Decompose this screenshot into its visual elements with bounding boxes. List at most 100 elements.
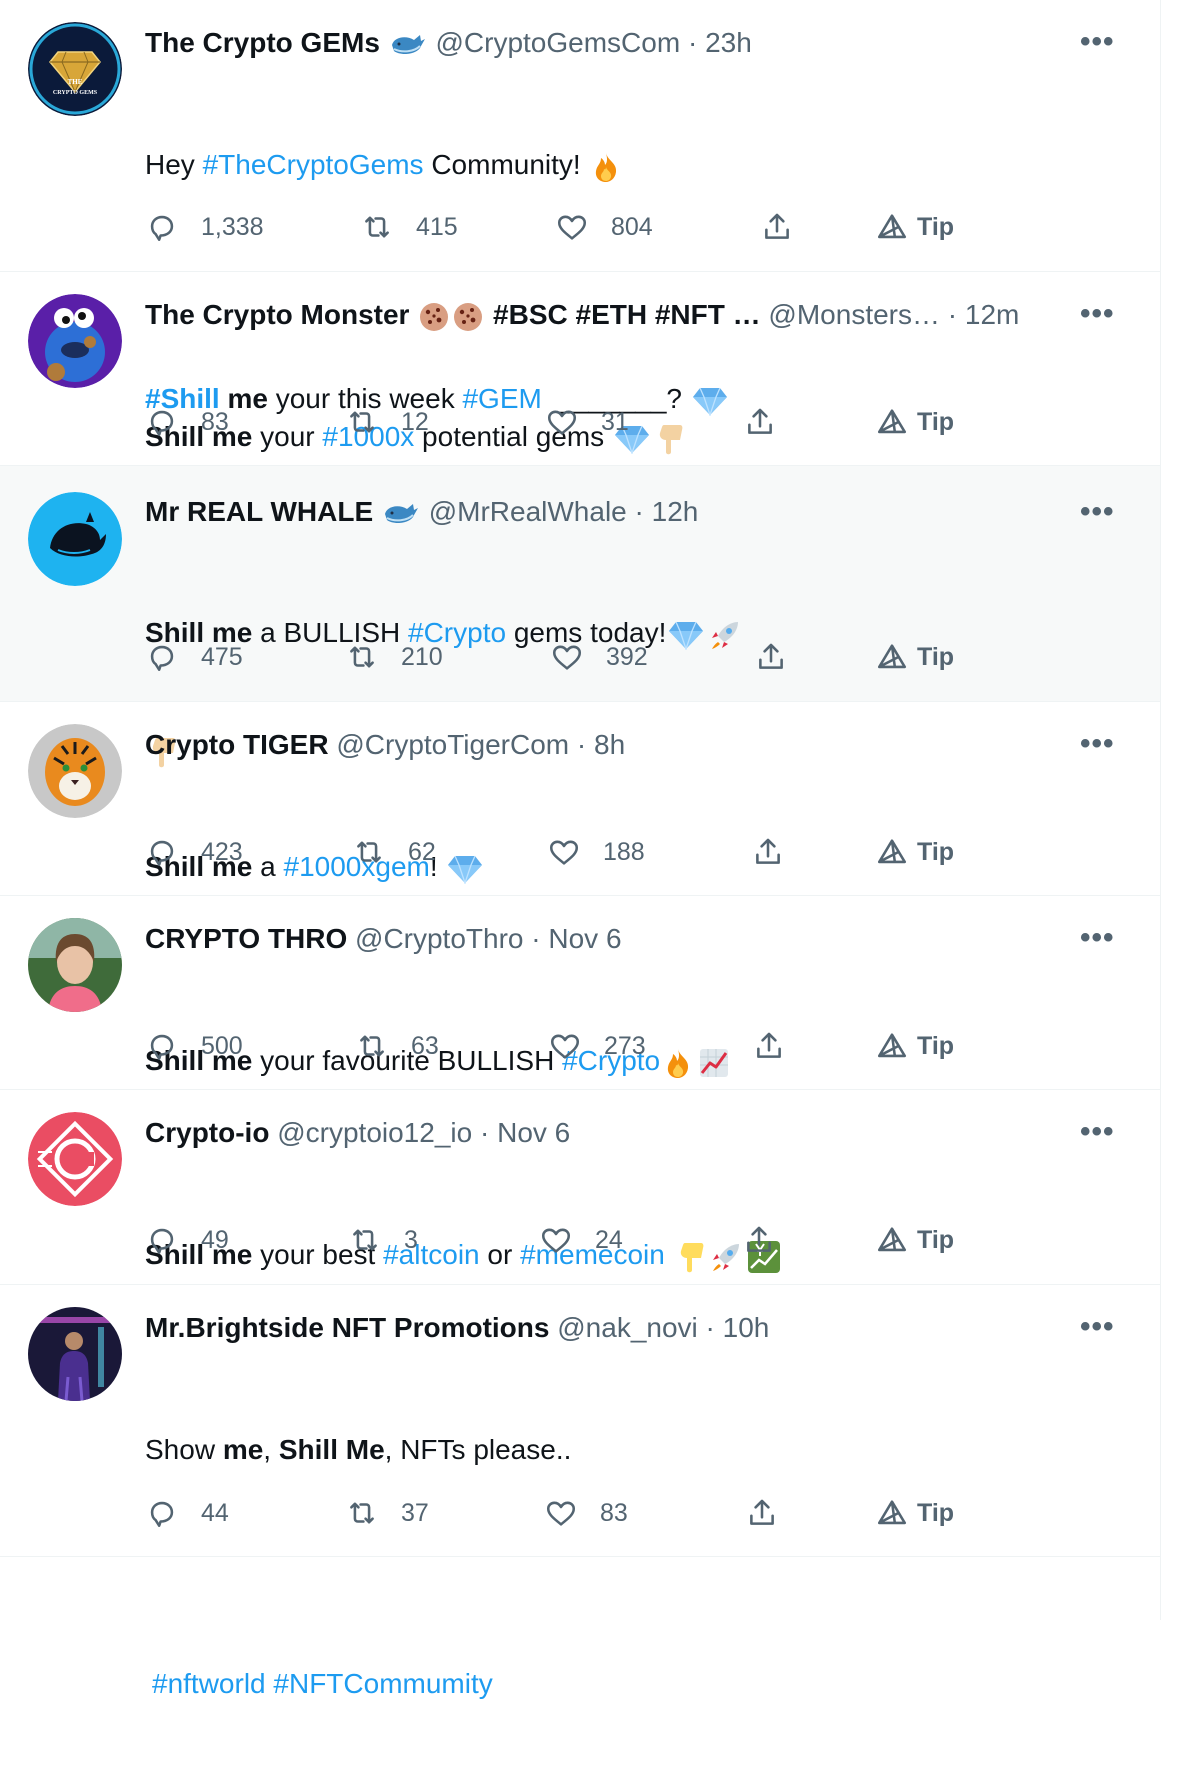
tweet[interactable]: Crypto TIGER @CryptoTigerCom · 8h ••• Sh… xyxy=(0,702,1160,896)
retweet-button[interactable]: 63 xyxy=(355,1026,439,1066)
tip-icon xyxy=(877,409,907,434)
share-button[interactable] xyxy=(742,1220,798,1260)
tweet-actions: 500 63 273 Tip xyxy=(145,1026,1045,1066)
display-name[interactable]: Crypto TIGER xyxy=(145,729,329,760)
hashtag[interactable]: #nftworld xyxy=(152,1668,266,1699)
separator: · xyxy=(687,27,698,58)
share-icon xyxy=(750,1499,774,1525)
reply-icon xyxy=(150,410,174,437)
more-options-icon[interactable]: ••• xyxy=(1080,299,1120,329)
retweet-button[interactable]: 415 xyxy=(360,207,458,247)
share-button[interactable] xyxy=(760,207,816,247)
share-button[interactable] xyxy=(743,402,799,442)
reply-button[interactable]: 500 xyxy=(145,1026,243,1066)
more-options-icon[interactable]: ••• xyxy=(1080,729,1120,759)
share-button[interactable] xyxy=(752,1026,808,1066)
tip-button[interactable]: Tip xyxy=(875,832,954,872)
reply-button[interactable]: 423 xyxy=(145,832,243,872)
user-handle[interactable]: @CryptoTigerCom xyxy=(336,729,569,760)
tip-button[interactable]: Tip xyxy=(875,637,954,677)
tip-button[interactable]: Tip xyxy=(875,402,954,442)
tip-button[interactable]: Tip xyxy=(875,1026,954,1066)
like-button[interactable]: 392 xyxy=(550,637,648,677)
share-icon xyxy=(759,643,783,669)
timestamp[interactable]: 23h xyxy=(705,27,752,58)
like-button[interactable]: 273 xyxy=(548,1026,646,1066)
retweet-count: 62 xyxy=(408,837,436,866)
more-options-icon[interactable]: ••• xyxy=(1080,497,1120,527)
tweet-actions: 83 12 31 Tip xyxy=(145,402,1045,442)
bold-text: Shill Me xyxy=(278,1434,385,1465)
display-name[interactable]: The Crypto Monster xyxy=(145,299,409,330)
retweet-button[interactable]: 12 xyxy=(345,402,429,442)
share-button[interactable] xyxy=(751,832,807,872)
timestamp[interactable]: 10h xyxy=(723,1312,770,1343)
reply-button[interactable]: 475 xyxy=(145,637,243,677)
hashtag[interactable]: #NFTCommumity xyxy=(273,1668,492,1699)
timestamp[interactable]: 8h xyxy=(594,729,625,760)
like-button[interactable]: 31 xyxy=(545,402,629,442)
more-options-icon[interactable]: ••• xyxy=(1080,1117,1120,1147)
retweet-button[interactable]: 3 xyxy=(348,1220,418,1260)
avatar[interactable]: THE CRYPTO GEMS xyxy=(28,22,122,116)
reply-button[interactable]: 1,338 xyxy=(145,207,264,247)
avatar[interactable] xyxy=(28,918,122,1012)
tip-button[interactable]: Tip xyxy=(875,1220,954,1260)
user-handle[interactable]: @cryptoio12_io xyxy=(277,1117,472,1148)
heart-icon xyxy=(547,410,577,435)
display-name[interactable]: CRYPTO THRO xyxy=(145,923,347,954)
more-options-icon[interactable]: ••• xyxy=(1080,1312,1120,1342)
like-count: 24 xyxy=(595,1225,623,1254)
display-name[interactable]: Crypto-io xyxy=(145,1117,269,1148)
timestamp[interactable]: 12h xyxy=(652,496,699,527)
like-button[interactable]: 83 xyxy=(544,1493,628,1533)
reply-count: 49 xyxy=(201,1225,229,1254)
retweet-button[interactable]: 62 xyxy=(352,832,436,872)
avatar[interactable] xyxy=(28,724,122,818)
reply-button[interactable]: 44 xyxy=(145,1493,229,1533)
reply-button[interactable]: 83 xyxy=(145,402,229,442)
avatar[interactable] xyxy=(28,1307,122,1401)
user-handle[interactable]: @CryptoGemsCom xyxy=(435,27,680,58)
like-button[interactable]: 24 xyxy=(539,1220,623,1260)
display-name[interactable]: Mr REAL WHALE xyxy=(145,496,373,527)
retweet-icon xyxy=(357,841,381,863)
share-icon xyxy=(756,838,780,864)
tweet[interactable]: THE CRYPTO GEMS The Crypto GEMs @CryptoG… xyxy=(0,0,1160,416)
display-name[interactable]: Mr.Brightside NFT Promotions xyxy=(145,1312,549,1343)
timestamp[interactable]: Nov 6 xyxy=(497,1117,570,1148)
like-button[interactable]: 804 xyxy=(555,207,653,247)
tip-button[interactable]: Tip xyxy=(875,207,954,247)
avatar-text: THE xyxy=(68,78,83,86)
timestamp[interactable]: Nov 6 xyxy=(548,923,621,954)
more-options-icon[interactable]: ••• xyxy=(1080,923,1120,953)
tweet[interactable]: CRYPTO THRO @CryptoThro · Nov 6 ••• Shil… xyxy=(0,896,1160,1090)
like-count: 188 xyxy=(603,837,645,866)
tweet[interactable]: Crypto-io @cryptoio12_io · Nov 6 ••• Shi… xyxy=(0,1090,1160,1285)
text-segment: Hey xyxy=(145,149,203,180)
like-button[interactable]: 188 xyxy=(547,832,645,872)
share-button[interactable] xyxy=(745,1493,801,1533)
reply-button[interactable]: 49 xyxy=(145,1220,229,1260)
user-handle[interactable]: @CryptoThro xyxy=(355,923,523,954)
user-handle[interactable]: @nak_novi xyxy=(557,1312,698,1343)
retweet-button[interactable]: 210 xyxy=(345,637,443,677)
retweet-button[interactable]: 37 xyxy=(345,1493,429,1533)
display-name[interactable]: The Crypto GEMs xyxy=(145,27,380,58)
tip-button[interactable]: Tip xyxy=(875,1493,954,1533)
user-handle[interactable]: @Monsters… xyxy=(768,299,940,330)
hashtag[interactable]: #TheCryptoGems xyxy=(203,149,424,180)
avatar[interactable] xyxy=(28,1112,122,1206)
tweet[interactable]: The Crypto Monster #BSC #ETH #NFT … @Mon… xyxy=(0,272,1160,466)
tweet[interactable]: Mr.Brightside NFT Promotions @nak_novi ·… xyxy=(0,1285,1160,1699)
avatar[interactable] xyxy=(28,294,122,388)
share-button[interactable] xyxy=(754,637,810,677)
timestamp[interactable]: 12m xyxy=(965,299,1019,330)
avatar[interactable] xyxy=(28,492,122,586)
user-handle[interactable]: @MrRealWhale xyxy=(429,496,627,527)
more-options-icon[interactable]: ••• xyxy=(1080,27,1120,57)
tweet[interactable]: Mr REAL WHALE @MrRealWhale · 12h ••• Shi… xyxy=(0,466,1160,767)
whale-emoji-icon xyxy=(391,34,425,54)
display-name-suffix[interactable]: #BSC #ETH #NFT … xyxy=(493,299,761,330)
tweet-header: CRYPTO THRO @CryptoThro · Nov 6 xyxy=(145,923,1050,955)
